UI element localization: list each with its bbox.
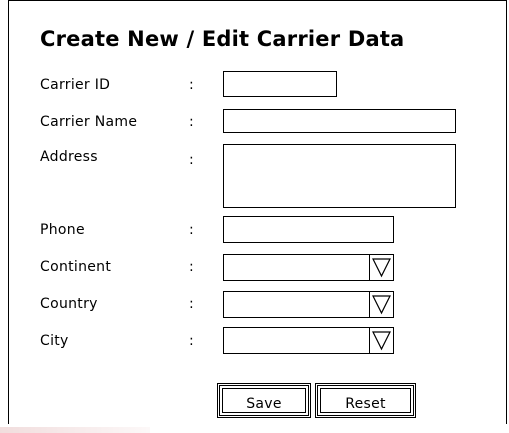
continent-label: Continent (40, 259, 112, 275)
carrier-id-input[interactable] (223, 71, 337, 97)
country-label: Country (40, 296, 98, 312)
triangle-down-icon[interactable] (369, 292, 393, 317)
triangle-down-icon[interactable] (369, 255, 393, 280)
reset-button-label: Reset (345, 395, 386, 412)
city-select[interactable] (223, 327, 394, 354)
city-colon: : (189, 333, 194, 349)
country-colon: : (189, 296, 194, 312)
carrier-name-label: Carrier Name (40, 114, 138, 130)
carrier-name-input[interactable] (223, 109, 456, 133)
phone-colon: : (189, 222, 194, 238)
carrier-name-colon: : (189, 114, 194, 130)
country-select[interactable] (223, 291, 394, 318)
triangle-down-icon[interactable] (369, 328, 393, 353)
reset-button[interactable]: Reset (315, 383, 416, 418)
decorative-mark (0, 427, 150, 433)
continent-select[interactable] (223, 254, 394, 281)
phone-input[interactable] (223, 216, 394, 243)
form-window (8, 0, 507, 424)
city-label: City (40, 333, 69, 349)
carrier-id-label: Carrier ID (40, 77, 111, 93)
address-textarea[interactable] (223, 144, 456, 208)
address-colon: : (189, 152, 194, 168)
carrier-id-colon: : (189, 77, 194, 93)
continent-colon: : (189, 259, 194, 275)
save-button[interactable]: Save (217, 383, 311, 418)
address-label: Address (40, 149, 98, 165)
save-button-label: Save (246, 395, 282, 412)
phone-label: Phone (40, 222, 85, 238)
page-title: Create New / Edit Carrier Data (40, 27, 405, 51)
